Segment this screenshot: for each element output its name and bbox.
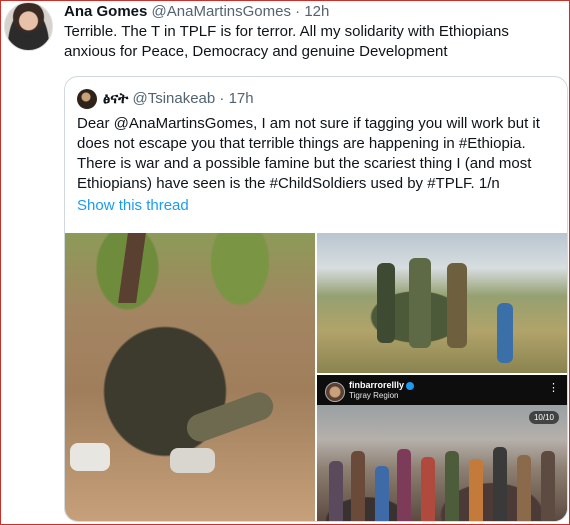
quote-text: Dear @AnaMartinsGomes, I am not sure if … bbox=[77, 115, 540, 192]
lying-figure bbox=[182, 388, 278, 446]
photo-group-seated[interactable] bbox=[65, 233, 315, 521]
child-figure bbox=[445, 451, 459, 521]
quote-header: ፅናት @Tsinakeab · 17h bbox=[103, 90, 254, 107]
quoted-tweet[interactable]: ፅናት @Tsinakeab · 17h Dear @AnaMartinsGom… bbox=[64, 76, 568, 522]
white-bag bbox=[70, 443, 110, 471]
child-figure bbox=[375, 466, 389, 521]
media-grid: finbarrorellly Tigray Region ⋮ 10/10 bbox=[65, 233, 567, 521]
instagram-username-text: finbarrorellly bbox=[349, 380, 405, 390]
tweet-text: Terrible. The T in TPLF is for terror. A… bbox=[64, 23, 509, 60]
quote-timestamp[interactable]: 17h bbox=[229, 90, 254, 107]
more-options-icon: ⋮ bbox=[548, 382, 559, 394]
child-figure bbox=[493, 447, 507, 521]
tweet-timestamp[interactable]: 12h bbox=[304, 3, 329, 20]
tweet-header: Ana Gomes @AnaMartinsGomes · 12h bbox=[64, 3, 329, 20]
child-figure bbox=[541, 451, 555, 521]
author-name[interactable]: Ana Gomes bbox=[64, 3, 147, 20]
child-figure bbox=[351, 451, 365, 521]
separator-dot: · bbox=[295, 3, 301, 20]
instagram-username: finbarrorellly bbox=[349, 380, 415, 390]
child-figure bbox=[329, 461, 343, 521]
figure bbox=[377, 263, 395, 343]
quote-author-handle[interactable]: @Tsinakeab bbox=[132, 90, 215, 107]
instagram-avatar bbox=[325, 382, 345, 402]
figure bbox=[497, 303, 513, 363]
tree-trunk bbox=[118, 233, 146, 303]
author-handle[interactable]: @AnaMartinsGomes bbox=[152, 3, 291, 20]
instagram-counter: 10/10 bbox=[528, 411, 559, 424]
figure bbox=[409, 258, 431, 348]
separator-dot: · bbox=[219, 90, 225, 107]
child-figure bbox=[397, 449, 411, 521]
quote-author-name[interactable]: ፅናት bbox=[103, 90, 128, 107]
photo-soldiers-hill[interactable] bbox=[317, 233, 567, 373]
instagram-photo bbox=[317, 405, 567, 521]
instagram-location: Tigray Region bbox=[349, 391, 399, 400]
photo-instagram-screenshot[interactable]: finbarrorellly Tigray Region ⋮ 10/10 bbox=[317, 375, 567, 521]
show-thread-link[interactable]: Show this thread bbox=[77, 197, 189, 214]
child-figure bbox=[517, 455, 531, 521]
profile-avatar[interactable] bbox=[4, 2, 53, 51]
white-bag bbox=[170, 448, 215, 473]
figure bbox=[447, 263, 467, 348]
quote-avatar[interactable] bbox=[77, 89, 97, 109]
child-figure bbox=[421, 457, 435, 521]
verified-badge-icon bbox=[406, 381, 415, 390]
child-figure bbox=[469, 459, 483, 521]
